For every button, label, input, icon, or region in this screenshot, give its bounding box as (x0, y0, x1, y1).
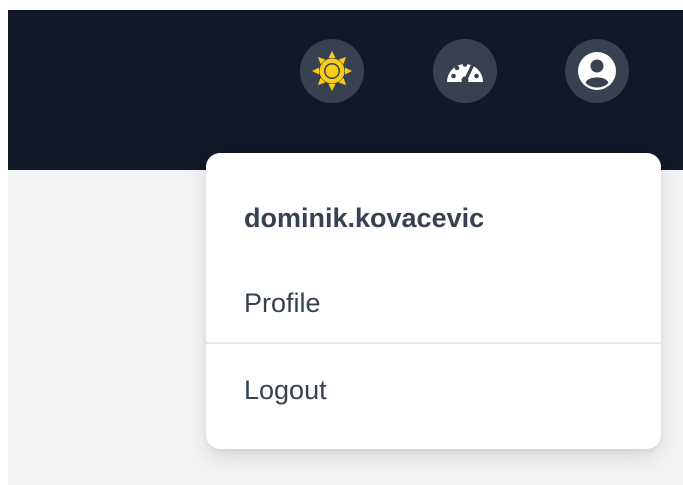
user-dropdown-menu: dominik.kovacevic Profile Logout (206, 153, 661, 449)
menu-item-logout[interactable]: Logout (206, 368, 661, 412)
menu-username: dominik.kovacevic (244, 203, 485, 233)
menu-divider (206, 342, 661, 344)
sun-icon (312, 51, 352, 91)
page: dominik.kovacevic Profile Logout (8, 10, 683, 485)
user-menu-button[interactable] (565, 39, 629, 103)
top-bar (8, 10, 683, 170)
theme-toggle-button[interactable] (300, 39, 364, 103)
dashboard-button[interactable] (433, 39, 497, 103)
menu-item-profile[interactable]: Profile (206, 281, 661, 325)
user-circle-icon (578, 52, 616, 90)
speedometer-icon (447, 62, 483, 84)
